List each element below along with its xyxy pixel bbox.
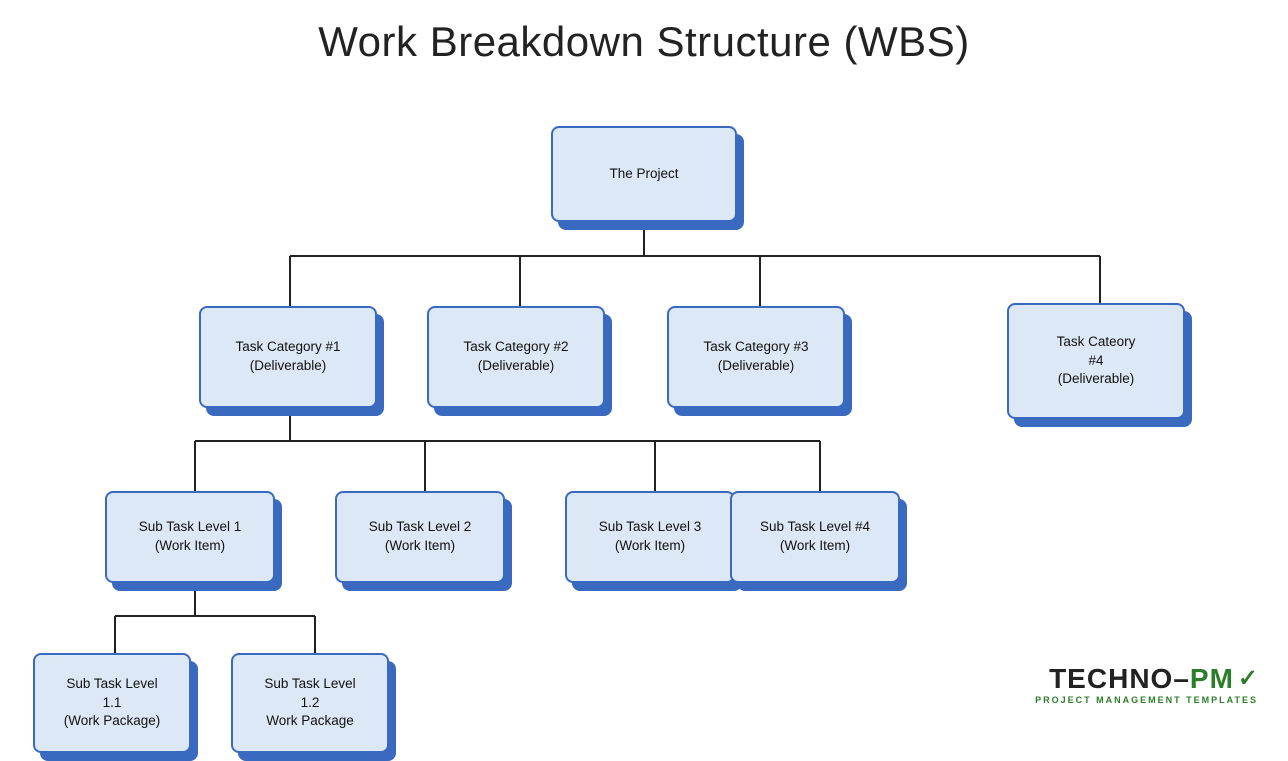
sub12-label: Sub Task Level 1.2 Work Package — [264, 675, 355, 732]
page-title: Work Breakdown Structure (WBS) — [0, 0, 1288, 76]
logo-pm: PM — [1190, 663, 1234, 694]
sub1-node: Sub Task Level 1 (Work Item) — [105, 491, 275, 583]
cat2-node: Task Category #2 (Deliverable) — [427, 306, 605, 408]
logo-text: TECHNO–PM — [1049, 665, 1234, 693]
root-node: The Project — [551, 126, 737, 222]
sub4-node: Sub Task Level #4 (Work Item) — [730, 491, 900, 583]
cat1-label: Task Category #1 (Deliverable) — [235, 338, 340, 376]
logo: TECHNO–PM ✓ PROJECT MANAGEMENT TEMPLATES — [1035, 664, 1258, 705]
sub12-node: Sub Task Level 1.2 Work Package — [231, 653, 389, 753]
sub3-node: Sub Task Level 3 (Work Item) — [565, 491, 735, 583]
sub3-label: Sub Task Level 3 (Work Item) — [599, 518, 702, 556]
cat4-node: Task Cateory #4 (Deliverable) — [1007, 303, 1185, 419]
wbs-diagram: The Project Task Category #1 (Deliverabl… — [0, 76, 1288, 719]
sub1-label: Sub Task Level 1 (Work Item) — [139, 518, 242, 556]
logo-techno: TECH — [1049, 663, 1129, 694]
cat3-node: Task Category #3 (Deliverable) — [667, 306, 845, 408]
cat2-label: Task Category #2 (Deliverable) — [463, 338, 568, 376]
sub11-node: Sub Task Level 1.1 (Work Package) — [33, 653, 191, 753]
sub2-node: Sub Task Level 2 (Work Item) — [335, 491, 505, 583]
cat3-label: Task Category #3 (Deliverable) — [703, 338, 808, 376]
root-label: The Project — [609, 165, 678, 184]
logo-checkmark: ✓ — [1238, 664, 1258, 693]
logo-subtitle: PROJECT MANAGEMENT TEMPLATES — [1035, 695, 1258, 705]
cat1-node: Task Category #1 (Deliverable) — [199, 306, 377, 408]
sub4-label: Sub Task Level #4 (Work Item) — [760, 518, 870, 556]
cat4-label: Task Cateory #4 (Deliverable) — [1057, 333, 1136, 390]
sub2-label: Sub Task Level 2 (Work Item) — [369, 518, 472, 556]
sub11-label: Sub Task Level 1.1 (Work Package) — [64, 675, 161, 732]
